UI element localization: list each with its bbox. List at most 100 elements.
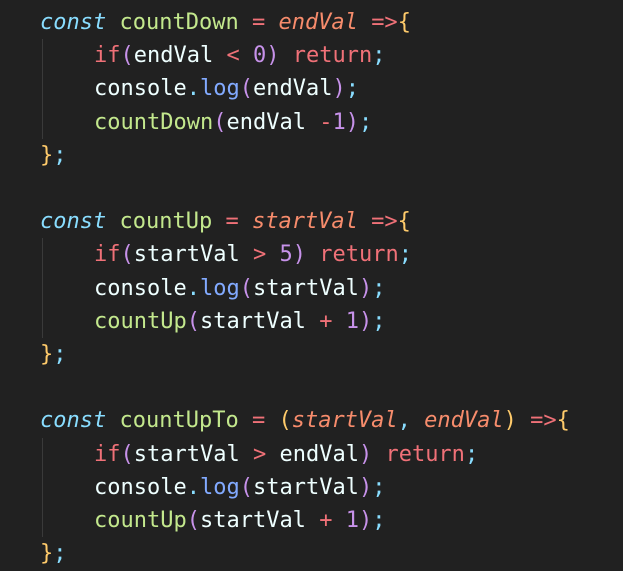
code-token: log (199, 474, 240, 500)
code-token: return (385, 441, 465, 467)
code-token: ; (372, 474, 386, 500)
code-token: countUpTo (119, 408, 239, 434)
code-token: startVal (133, 441, 240, 467)
code-token: 1 (345, 508, 359, 533)
code-token: ( (213, 109, 227, 135)
code-token: ( (186, 508, 200, 533)
code-token: ( (278, 408, 292, 434)
code-token: = (251, 10, 266, 35)
code-token: ) (358, 508, 373, 533)
code-line[interactable]: console.log(startVal); (94, 272, 385, 305)
code-token: if (94, 43, 121, 69)
code-line[interactable]: if(startVal > endVal) return; (94, 438, 478, 471)
code-token: if (94, 242, 121, 268)
code-token: . (186, 275, 200, 301)
code-token: ; (372, 275, 386, 301)
code-token: log (199, 76, 240, 102)
code-token: ) (266, 43, 280, 69)
code-token: ; (53, 541, 67, 567)
code-token: ) (358, 474, 373, 500)
code-token: < (226, 43, 240, 69)
code-line[interactable]: }; (40, 139, 67, 172)
code-token: ; (53, 142, 67, 168)
indent-guide (42, 238, 43, 338)
code-token: const (40, 408, 107, 434)
code-line[interactable]: }; (40, 338, 67, 371)
code-token: countUp (94, 308, 187, 334)
code-line[interactable]: const countUp = startVal =>{ (40, 205, 411, 238)
code-token: } (40, 342, 54, 367)
code-token: => (371, 209, 398, 235)
code-token: countDown (119, 10, 239, 35)
code-token: = (225, 209, 239, 235)
code-token: endVal (279, 441, 359, 467)
code-token: endVal (278, 10, 358, 35)
code-token: ; (398, 242, 412, 268)
code-token: endVal (252, 76, 333, 102)
indent-guide (42, 39, 43, 139)
code-line[interactable]: console.log(endVal); (94, 72, 359, 105)
code-token: ) (345, 109, 359, 135)
code-token: + (319, 308, 333, 334)
code-line[interactable]: }; (40, 537, 67, 570)
code-token: ; (372, 508, 386, 533)
code-token: ) (292, 242, 306, 268)
code-line[interactable]: countDown(endVal -1); (94, 106, 372, 139)
code-token: ) (503, 408, 517, 434)
code-line[interactable]: if(endVal < 0) return; (94, 39, 385, 72)
code-token: startVal (252, 474, 359, 500)
code-line[interactable]: console.log(startVal); (94, 471, 385, 504)
code-token: endVal (424, 408, 504, 434)
code-token: if (94, 441, 121, 467)
code-token: countUp (94, 508, 187, 533)
code-token: ; (372, 308, 386, 334)
code-token: { (397, 209, 411, 235)
code-token: ; (345, 76, 359, 102)
code-line[interactable]: countUp(startVal + 1); (94, 305, 385, 338)
code-token: 5 (279, 242, 293, 268)
code-line[interactable]: countUp(startVal + 1); (94, 504, 385, 537)
code-token: console (94, 76, 187, 102)
code-token: startVal (199, 508, 306, 533)
code-token: { (556, 408, 570, 434)
code-token: countDown (94, 109, 214, 135)
code-token: ( (120, 43, 134, 69)
code-token: ; (464, 441, 479, 467)
code-token: 0 (252, 43, 267, 69)
code-token: ( (239, 474, 253, 500)
code-token: const (40, 10, 107, 35)
code-token: endVal (226, 109, 306, 135)
code-token: countUp (119, 209, 213, 235)
code-token: + (319, 508, 333, 533)
code-editor[interactable]: const countDown = endVal =>{if(endVal < … (0, 0, 623, 571)
code-token: console (94, 275, 187, 301)
code-token: return (292, 43, 373, 69)
code-token: . (186, 474, 200, 500)
code-line[interactable]: if(startVal > 5) return; (94, 238, 412, 271)
code-line[interactable]: const countUpTo = (startVal, endVal) =>{ (40, 404, 570, 437)
code-token: return (319, 242, 399, 268)
code-line[interactable]: const countDown = endVal =>{ (40, 6, 411, 39)
code-token: > (252, 242, 267, 268)
code-token: 1 (345, 308, 359, 334)
code-token: startVal (251, 209, 358, 235)
code-token: const (40, 209, 107, 235)
